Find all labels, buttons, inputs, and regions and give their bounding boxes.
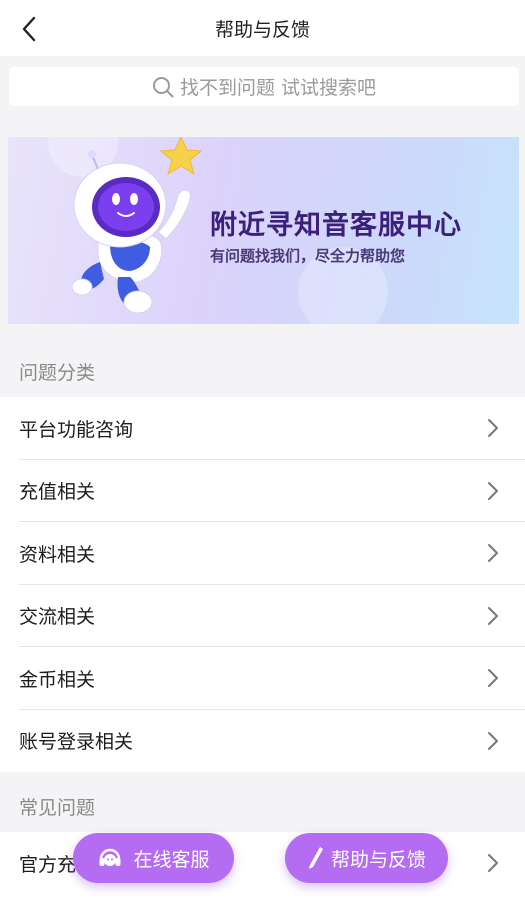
search-placeholder: 找不到问题 试试搜索吧 <box>179 77 377 99</box>
search-input[interactable]: 找不到问题 试试搜索吧 <box>9 67 519 106</box>
online-service-label: 在线客服 <box>133 848 210 871</box>
list-item[interactable]: 账号登录相关 <box>0 710 525 773</box>
search-icon <box>152 76 174 97</box>
banner-area: 附近寻知音客服中心 有问题找我们，尽全力帮助您 <box>0 118 525 346</box>
list-item[interactable]: 金币相关 <box>0 647 525 710</box>
online-service-button[interactable]: 在线客服 <box>73 833 234 883</box>
feedback-label: 帮助与反馈 <box>330 848 426 871</box>
category-list: 平台功能咨询 充值相关 资料相关 交流相关 金币相关 账号登录相关 <box>0 397 525 772</box>
list-item-label: 充值相关 <box>19 481 96 504</box>
chevron-right-icon <box>488 854 498 873</box>
search-area: 找不到问题 试试搜索吧 <box>0 56 525 118</box>
list-item-label: 交流相关 <box>19 606 96 629</box>
faq-section-title: 常见问题 <box>19 797 96 819</box>
list-item-label: 金币相关 <box>19 668 96 691</box>
chevron-right-icon <box>488 419 498 438</box>
list-item[interactable]: 平台功能咨询 <box>0 397 525 460</box>
category-section-title: 问题分类 <box>19 362 96 384</box>
page-title: 帮助与反馈 <box>214 18 310 41</box>
feedback-button[interactable]: 帮助与反馈 <box>285 833 448 883</box>
pen-icon <box>308 847 323 869</box>
headset-icon <box>99 848 121 866</box>
banner-title: 附近寻知音客服中心 <box>210 210 462 241</box>
list-item-label: 资料相关 <box>19 543 96 566</box>
list-item-label: 官方充 <box>19 853 77 876</box>
list-item-label: 账号登录相关 <box>19 731 134 754</box>
list-item[interactable]: 充值相关 <box>0 460 525 523</box>
banner-subtitle: 有问题找我们，尽全力帮助您 <box>210 247 406 265</box>
chevron-right-icon <box>488 731 498 750</box>
list-item[interactable]: 资料相关 <box>0 522 525 585</box>
chevron-right-icon <box>488 544 498 563</box>
astronaut-illustration <box>71 137 203 314</box>
chevron-left-icon <box>22 16 36 42</box>
chevron-right-icon <box>488 606 498 625</box>
list-item-label: 平台功能咨询 <box>19 418 134 441</box>
customer-service-banner[interactable]: 附近寻知音客服中心 有问题找我们，尽全力帮助您 <box>8 137 519 324</box>
list-item[interactable]: 交流相关 <box>0 585 525 648</box>
chevron-right-icon <box>488 669 498 688</box>
back-button[interactable] <box>14 14 44 44</box>
chevron-right-icon <box>488 481 498 500</box>
top-bar: 帮助与反馈 <box>0 0 525 56</box>
